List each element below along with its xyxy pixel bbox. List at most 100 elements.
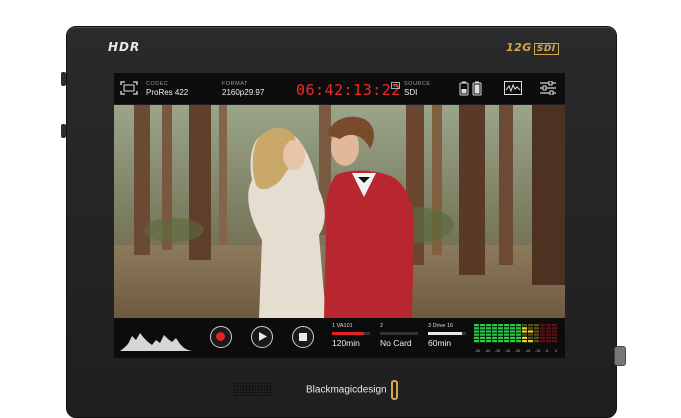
stop-icon bbox=[298, 332, 307, 341]
audio-meter-segment bbox=[504, 330, 509, 333]
record-icon bbox=[216, 332, 225, 341]
source-label: SOURCE bbox=[404, 81, 431, 87]
audio-meter-segment bbox=[486, 330, 491, 333]
audio-meter-segment bbox=[522, 324, 527, 327]
audio-meter-segment bbox=[552, 327, 557, 330]
audio-meter-segment bbox=[528, 327, 533, 330]
audio-meter-segment bbox=[492, 336, 497, 339]
audio-meter-segment bbox=[486, 336, 491, 339]
record-button[interactable] bbox=[210, 326, 232, 348]
audio-meter-segment bbox=[480, 330, 485, 333]
stop-button[interactable] bbox=[292, 326, 314, 348]
audio-meter[interactable]: -50 -40 -30 -25 -20 -15 -10 -5 0 bbox=[473, 322, 561, 354]
audio-meter-segment bbox=[516, 327, 521, 330]
audio-meter-segment bbox=[498, 327, 503, 330]
codec-display[interactable]: CODEC ProRes 422 bbox=[146, 81, 188, 97]
source-display[interactable]: SOURCE SDI bbox=[404, 81, 431, 97]
audio-meter-segment bbox=[486, 340, 491, 343]
format-value: 2160p29.97 bbox=[222, 88, 265, 97]
side-button-bottom[interactable] bbox=[61, 124, 66, 138]
audio-meter-segment bbox=[498, 324, 503, 327]
timecode-display[interactable]: 06:42:13:22 bbox=[296, 81, 401, 99]
slot-2-remaining: No Card bbox=[380, 338, 412, 348]
audio-meter-segment bbox=[516, 333, 521, 336]
sdi-badge-number: 12G bbox=[506, 41, 532, 54]
audio-meter-segment bbox=[510, 330, 515, 333]
audio-meter-segment bbox=[498, 336, 503, 339]
audio-meter-segment bbox=[552, 336, 557, 339]
slot-3-header: 3 Drive 16 bbox=[428, 323, 454, 329]
audio-meter-segment bbox=[546, 324, 551, 327]
slot-1-header: 1 VA101 bbox=[332, 323, 353, 329]
codec-label: CODEC bbox=[146, 81, 169, 87]
audio-meter-segment bbox=[510, 327, 515, 330]
media-slot-2[interactable]: 2 No Card bbox=[380, 323, 418, 348]
battery-icon[interactable] bbox=[459, 80, 483, 101]
audio-meter-segment bbox=[552, 330, 557, 333]
audio-meter-segment bbox=[486, 327, 491, 330]
audio-meter-segment bbox=[474, 336, 479, 339]
audio-meter-segment bbox=[522, 336, 527, 339]
audio-meter-segment bbox=[516, 340, 521, 343]
audio-meter-scale-label: -10 bbox=[535, 349, 540, 353]
lcd-screen: CODEC ProRes 422 FORMAT 2160p29.97 06:42… bbox=[114, 73, 565, 358]
audio-meter-segment bbox=[540, 327, 545, 330]
audio-meter-segment bbox=[474, 327, 479, 330]
audio-meter-segment bbox=[486, 333, 491, 336]
audio-meter-segment bbox=[522, 340, 527, 343]
codec-value: ProRes 422 bbox=[146, 88, 189, 97]
brand-mark-icon bbox=[391, 380, 399, 400]
sdi-connector bbox=[614, 346, 626, 366]
audio-meter-segment bbox=[492, 330, 497, 333]
audio-meter-scale-label: -15 bbox=[525, 349, 530, 353]
brand-text-prefix: Blackmagic bbox=[306, 384, 358, 396]
audio-meter-segment bbox=[504, 336, 509, 339]
audio-meter-segment bbox=[516, 324, 521, 327]
audio-meter-segment bbox=[498, 330, 503, 333]
audio-meter-segment bbox=[510, 324, 515, 327]
audio-meter-scale-label: -25 bbox=[505, 349, 510, 353]
audio-meter-segment bbox=[492, 324, 497, 327]
audio-meter-scale-label: -30 bbox=[495, 349, 500, 353]
audio-meter-segment bbox=[534, 330, 539, 333]
audio-meter-segment bbox=[546, 330, 551, 333]
audio-meter-segment bbox=[474, 340, 479, 343]
format-display[interactable]: FORMAT 2160p29.97 bbox=[222, 81, 264, 97]
slot-3-fill bbox=[428, 332, 462, 335]
media-slot-3[interactable]: 3 Drive 16 60min bbox=[428, 323, 466, 348]
video-preview bbox=[114, 105, 565, 318]
play-button[interactable] bbox=[251, 326, 273, 348]
audio-meter-segment bbox=[516, 330, 521, 333]
audio-meter-segment bbox=[528, 333, 533, 336]
settings-sliders-icon[interactable] bbox=[540, 80, 556, 100]
audio-meter-segment bbox=[534, 336, 539, 339]
audio-meter-segment bbox=[546, 327, 551, 330]
waveform-scope-icon[interactable] bbox=[504, 81, 522, 100]
brand-logo: Blackmagicdesign bbox=[306, 380, 399, 400]
audio-meter-segment bbox=[528, 324, 533, 327]
12g-sdi-badge: 12G SDI bbox=[506, 41, 559, 55]
audio-meter-segment bbox=[522, 330, 527, 333]
fullscreen-icon[interactable] bbox=[120, 81, 138, 100]
audio-meter-segment bbox=[480, 333, 485, 336]
audio-meter-segment bbox=[534, 324, 539, 327]
audio-meter-segment bbox=[528, 336, 533, 339]
slot-3-remaining: 60min bbox=[428, 338, 452, 348]
media-slot-1[interactable]: 1 VA101 120min bbox=[332, 323, 370, 348]
histogram-icon[interactable] bbox=[118, 324, 194, 352]
audio-meter-segment bbox=[534, 340, 539, 343]
speaker-grille bbox=[233, 382, 273, 396]
audio-meter-segment bbox=[498, 340, 503, 343]
audio-meter-scale-label: -5 bbox=[545, 349, 548, 353]
side-button-top[interactable] bbox=[61, 72, 66, 86]
brand-text-suffix: design bbox=[357, 384, 387, 396]
audio-meter-scale-label: -40 bbox=[485, 349, 490, 353]
audio-meter-segment bbox=[480, 327, 485, 330]
audio-meter-segment bbox=[474, 330, 479, 333]
audio-meter-segment bbox=[546, 336, 551, 339]
slot-1-fill bbox=[332, 332, 364, 335]
audio-meter-segment bbox=[528, 330, 533, 333]
audio-meter-segment bbox=[546, 333, 551, 336]
audio-meter-segment bbox=[504, 333, 509, 336]
audio-meter-segment bbox=[516, 336, 521, 339]
